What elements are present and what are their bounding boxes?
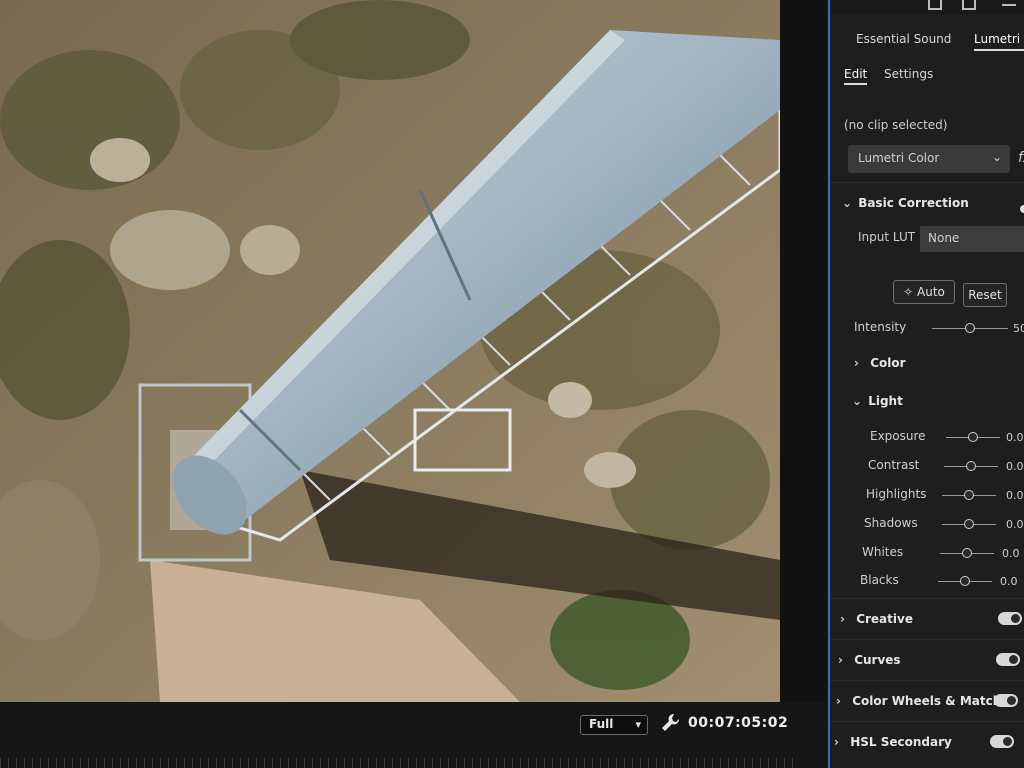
lumetri-subtabs: Edit Settings	[830, 62, 1024, 92]
chevron-right-icon: ›	[854, 356, 859, 370]
whites-slider-row: Whites 0.0	[830, 543, 1024, 563]
input-lut-select[interactable]: None	[920, 226, 1024, 252]
intensity-slider-row: Intensity 50.	[830, 318, 1024, 338]
input-lut-label: Input LUT	[858, 230, 916, 244]
intensity-slider-thumb[interactable]	[965, 323, 975, 333]
tab-lumetri-color[interactable]: Lumetri Co	[974, 32, 1024, 51]
highlights-slider-thumb[interactable]	[964, 490, 974, 500]
blacks-slider-thumb[interactable]	[960, 576, 970, 586]
auto-button[interactable]: ✧ Auto	[893, 280, 955, 304]
intensity-label: Intensity	[854, 320, 907, 334]
lumetri-panel: Essential Sound Lumetri Co Edit Settings…	[828, 0, 1024, 768]
subsection-light-label: Light	[868, 394, 903, 408]
video-frame[interactable]	[0, 0, 780, 702]
section-color-wheels[interactable]: › Color Wheels & Match	[830, 680, 1024, 720]
contrast-value[interactable]: 0.0	[1006, 460, 1024, 473]
premiere-workspace: Full ▾ 00:07:05:02 Essential Sound Lumet…	[0, 0, 1024, 768]
menu-icon[interactable]	[1002, 0, 1016, 6]
section-color-wheels-header: › Color Wheels & Match	[836, 694, 1001, 708]
clip-status-label: (no clip selected)	[844, 118, 948, 132]
reset-button[interactable]: Reset	[963, 283, 1007, 307]
fx-icon[interactable]: fx	[1018, 150, 1024, 166]
section-curves-header: › Curves	[838, 653, 901, 667]
playhead-timecode[interactable]: 00:07:05:02	[688, 715, 788, 731]
chevron-down-icon: ⌄	[991, 150, 1002, 164]
exposure-value[interactable]: 0.0	[1006, 431, 1024, 444]
drone-footage-image	[0, 0, 780, 702]
chevron-down-icon: ⌄	[852, 394, 863, 408]
section-creative-label: Creative	[856, 612, 913, 626]
chevron-right-icon: ›	[840, 612, 845, 626]
exposure-slider-row: Exposure 0.0	[830, 427, 1024, 447]
exposure-slider-thumb[interactable]	[968, 432, 978, 442]
wrench-icon[interactable]	[660, 712, 680, 734]
blacks-slider-row: Blacks 0.0	[830, 571, 1024, 591]
effect-instance-value: Lumetri Color	[858, 151, 940, 165]
section-hsl-secondary-header: › HSL Secondary	[834, 735, 952, 749]
subsection-light[interactable]: ⌄ Light	[852, 394, 903, 408]
color-wheels-toggle[interactable]	[994, 694, 1018, 707]
shadows-slider-thumb[interactable]	[964, 519, 974, 529]
tab-essential-sound[interactable]: Essential Sound	[856, 32, 951, 46]
section-color-wheels-label: Color Wheels & Match	[852, 694, 1002, 708]
subtab-edit[interactable]: Edit	[844, 67, 868, 85]
monitor-controls: Full ▾ 00:07:05:02	[0, 702, 830, 768]
chevron-down-icon: ⌄	[842, 196, 853, 210]
zoom-level-select[interactable]: Full ▾	[580, 715, 648, 735]
subsection-color-label: Color	[870, 356, 906, 370]
curves-toggle[interactable]	[996, 653, 1020, 666]
contrast-slider-thumb[interactable]	[966, 461, 976, 471]
chevron-down-icon: ▾	[635, 718, 641, 731]
subtab-settings[interactable]: Settings	[884, 67, 933, 81]
section-curves[interactable]: › Curves	[830, 639, 1024, 679]
section-curves-label: Curves	[854, 653, 901, 667]
section-basic-correction-label: Basic Correction	[858, 196, 969, 210]
blacks-label: Blacks	[860, 573, 899, 587]
section-basic-correction[interactable]: ⌄ Basic Correction	[842, 196, 969, 210]
panel-tabs: Essential Sound Lumetri Co	[830, 26, 1024, 62]
subsection-color[interactable]: › Color	[854, 356, 906, 370]
whites-value[interactable]: 0.0	[1002, 547, 1020, 560]
workspace-icon[interactable]	[928, 0, 942, 10]
auto-button-label: Auto	[917, 285, 945, 299]
intensity-value[interactable]: 50.	[1013, 322, 1024, 335]
section-creative-header: › Creative	[840, 612, 913, 626]
chevron-right-icon: ›	[834, 735, 839, 749]
timeline-ruler[interactable]	[0, 758, 800, 768]
creative-toggle[interactable]	[998, 612, 1022, 625]
export-icon[interactable]	[962, 0, 976, 10]
whites-slider-thumb[interactable]	[962, 548, 972, 558]
section-creative[interactable]: › Creative	[830, 598, 1024, 638]
exposure-label: Exposure	[870, 429, 926, 443]
section-hsl-secondary-label: HSL Secondary	[850, 735, 952, 749]
highlights-value[interactable]: 0.0	[1006, 489, 1024, 502]
section-hsl-secondary[interactable]: › HSL Secondary	[830, 721, 1024, 761]
highlights-slider-row: Highlights 0.0	[830, 485, 1024, 505]
blacks-value[interactable]: 0.0	[1000, 575, 1018, 588]
highlights-label: Highlights	[866, 487, 927, 501]
shadows-label: Shadows	[864, 516, 918, 530]
chevron-right-icon: ›	[836, 694, 841, 708]
zoom-level-value: Full	[589, 717, 614, 731]
contrast-slider-row: Contrast 0.0	[830, 456, 1024, 476]
basic-correction-toggle[interactable]	[1020, 205, 1024, 213]
effect-instance-select[interactable]: Lumetri Color ⌄	[848, 145, 1010, 173]
magic-wand-icon: ✧	[903, 285, 914, 299]
divider	[830, 182, 1024, 183]
chevron-right-icon: ›	[838, 653, 843, 667]
shadows-slider-row: Shadows 0.0	[830, 514, 1024, 534]
shadows-value[interactable]: 0.0	[1006, 518, 1024, 531]
whites-label: Whites	[862, 545, 904, 559]
contrast-label: Contrast	[868, 458, 920, 472]
program-monitor: Full ▾ 00:07:05:02	[0, 0, 830, 768]
panel-topbar	[830, 0, 1024, 14]
hsl-secondary-toggle[interactable]	[990, 735, 1014, 748]
